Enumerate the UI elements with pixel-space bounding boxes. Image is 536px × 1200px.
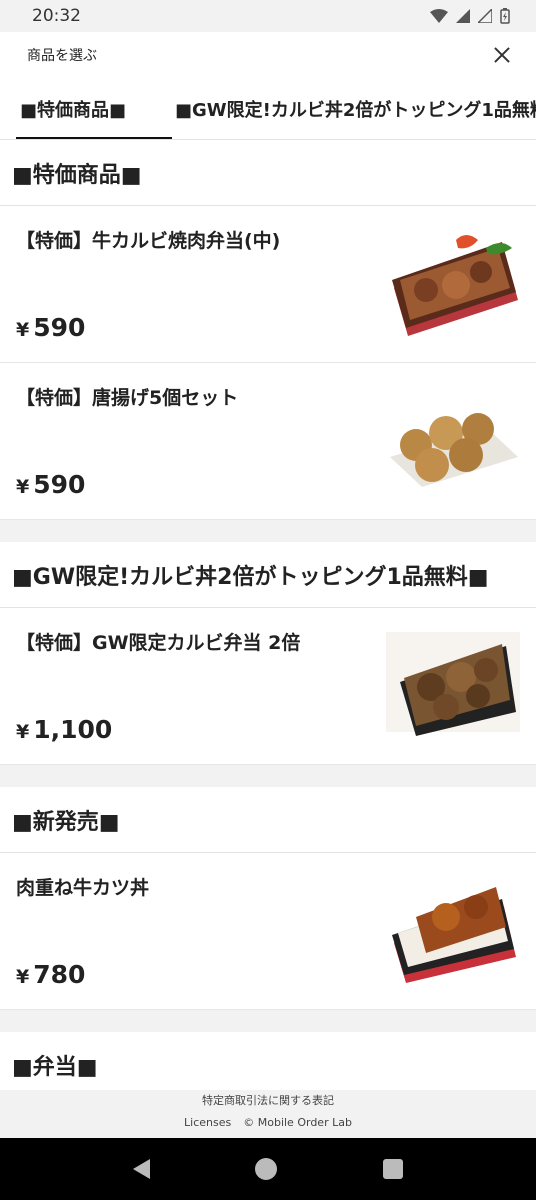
product-name: 【特価】GW限定カルビ弁当 2倍 <box>16 632 301 654</box>
section-title: ■特価商品■ <box>0 140 536 206</box>
category-tabs: ■特価商品■ ■GW限定!カルビ丼2倍がトッピング1品無料■ <box>0 78 536 140</box>
price-value: 780 <box>33 960 86 989</box>
section-title: ■GW限定!カルビ丼2倍がトッピング1品無料■ <box>0 542 536 608</box>
back-icon[interactable] <box>132 1159 150 1179</box>
section-title: ■新発売■ <box>0 787 536 853</box>
signal-icon-2 <box>478 9 492 23</box>
wifi-icon <box>430 9 448 23</box>
licenses-link[interactable]: Licenses <box>184 1116 231 1129</box>
currency-symbol: ¥ <box>16 319 30 341</box>
product-price: ¥590 <box>16 313 85 342</box>
product-price: ¥1,100 <box>16 715 112 744</box>
copyright-text: © Mobile Order Lab <box>243 1116 352 1129</box>
product-item[interactable]: 【特価】牛カルビ焼肉弁当(中) ¥590 <box>0 206 536 363</box>
currency-symbol: ¥ <box>16 476 30 498</box>
close-icon[interactable] <box>490 43 514 67</box>
gyukatsu-don-image <box>392 887 516 983</box>
system-nav-bar <box>0 1138 536 1200</box>
header: 商品を選ぶ <box>0 32 536 78</box>
price-value: 1,100 <box>33 715 113 744</box>
currency-symbol: ¥ <box>16 721 30 743</box>
section-title: ■弁当■ <box>0 1032 536 1090</box>
currency-symbol: ¥ <box>16 966 30 988</box>
recent-apps-icon[interactable] <box>383 1159 404 1179</box>
legal-notice-link[interactable]: 特定商取引法に関する表記 <box>0 1090 536 1108</box>
home-icon[interactable] <box>255 1158 278 1180</box>
price-value: 590 <box>33 470 86 499</box>
karaage-set-image <box>390 413 518 487</box>
product-price: ¥590 <box>16 470 85 499</box>
product-name: 【特価】牛カルビ焼肉弁当(中) <box>16 230 281 252</box>
product-item[interactable]: 【特価】GW限定カルビ弁当 2倍 ¥1,100 <box>0 608 536 765</box>
tab-gw-limited[interactable]: ■GW限定!カルビ丼2倍がトッピング1品無料■ <box>175 78 536 139</box>
product-list: ■特価商品■ 【特価】牛カルビ焼肉弁当(中) ¥590 【特価】唐揚げ5個セット… <box>0 140 536 1090</box>
product-item[interactable]: 【特価】唐揚げ5個セット ¥590 <box>0 363 536 520</box>
beef-kalbi-bento-image <box>392 235 518 336</box>
clock: 20:32 <box>32 6 81 26</box>
page-title: 商品を選ぶ <box>27 48 97 64</box>
product-item[interactable]: 肉重ね牛カツ丼 ¥780 <box>0 853 536 1010</box>
status-bar: 20:32 <box>0 0 536 32</box>
product-name: 肉重ね牛カツ丼 <box>16 877 150 899</box>
product-price: ¥780 <box>16 960 85 989</box>
tab-sale-items[interactable]: ■特価商品■ <box>15 78 173 139</box>
battery-icon <box>500 8 510 24</box>
footer: 特定商取引法に関する表記 Licenses © Mobile Order Lab <box>0 1090 536 1138</box>
product-name: 【特価】唐揚げ5個セット <box>16 387 239 409</box>
gw-kalbi-bento-image <box>386 632 520 736</box>
price-value: 590 <box>33 313 86 342</box>
signal-icon <box>456 9 470 23</box>
